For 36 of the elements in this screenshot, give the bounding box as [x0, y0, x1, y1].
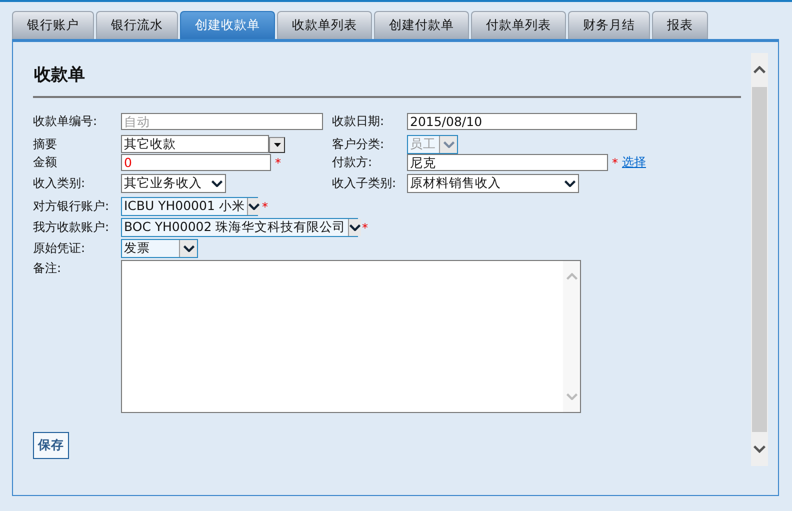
tab[interactable]: 付款单列表 — [471, 11, 566, 39]
required-mark: * — [362, 220, 368, 234]
field-label: 收入子类别: — [332, 175, 398, 192]
text-field[interactable]: 尼克 — [407, 154, 608, 171]
tab[interactable]: 创建付款单 — [374, 11, 469, 39]
field-label: 对方银行账户: — [33, 198, 110, 215]
required-mark: * — [262, 200, 268, 214]
field-label: 原始凭证: — [33, 240, 86, 257]
tab[interactable]: 银行流水 — [96, 11, 178, 39]
dropdown-select[interactable]: 原材料销售收入 — [407, 174, 579, 193]
field-label: 我方收款账户: — [33, 219, 110, 236]
required-mark: * — [275, 156, 281, 170]
form-title: 收款单 — [33, 64, 86, 87]
text-field[interactable]: 0 — [121, 154, 271, 171]
dropdown-select[interactable]: 其它业务收入 — [121, 174, 226, 193]
tab[interactable]: 收款单列表 — [277, 11, 372, 39]
text-field[interactable]: 2015/08/10 — [407, 113, 637, 130]
field-label: 付款方: — [332, 154, 374, 171]
field-label: 摘要 — [33, 136, 58, 152]
field-label: 收款日期: — [332, 113, 386, 130]
dropdown-select[interactable]: BOC YH00002 珠海华文科技有限公司 — [121, 218, 358, 237]
select-link[interactable]: 选择 — [622, 154, 646, 171]
save-button[interactable]: 保存 — [33, 432, 69, 459]
tab[interactable]: 银行账户 — [12, 11, 94, 39]
tab[interactable]: 创建收款单 — [180, 11, 275, 39]
dropdown-select[interactable]: ICBU YH00001 小米 — [121, 197, 258, 216]
dropdown-select[interactable]: 发票 — [121, 239, 198, 258]
field-label: 客户分类: — [332, 136, 386, 153]
required-mark: * — [612, 156, 618, 170]
tab[interactable]: 财务月结 — [568, 11, 650, 39]
field-label: 收入类别: — [33, 175, 86, 192]
text-field[interactable]: 其它收款 — [121, 135, 269, 153]
field-label: 金额 — [33, 154, 58, 171]
field-label: 备注: — [33, 260, 62, 277]
field-label: 收款单编号: — [33, 113, 98, 130]
tab[interactable]: 报表 — [652, 11, 708, 39]
